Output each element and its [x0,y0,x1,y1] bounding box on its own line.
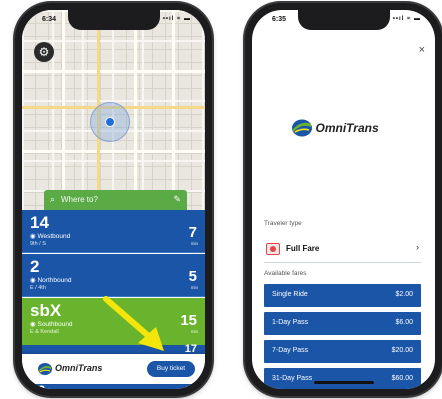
gear-icon[interactable]: ⚙ [34,42,54,62]
fare-price: $6.00 [395,319,413,326]
fare-option-1-day[interactable]: 1-Day Pass $6.00 [264,312,421,335]
traveler-type-value: Full Fare [286,244,320,253]
brand-name: OmniTrans [315,121,379,135]
chevron-right-icon: › [416,242,419,252]
phone-frame-fares: 6:35 ••ıl ≈ ▬ × OmniTrans Traveler type … [245,3,442,396]
map-screen: 6:34 ••ıl ≈ ▬ ⚙ ⌕ Where to? ✎ 14 ◉ Westb… [22,10,205,389]
fare-name: Single Ride [272,291,308,298]
route-minutes: 15 [184,384,197,389]
route-direction: ◉ Northbound [30,277,72,284]
available-fares-label: Available fares [264,270,307,277]
route-number: sbX [30,301,62,320]
route-minutes-unit: min [190,241,198,246]
fare-price: $20.00 [391,347,413,354]
status-icons: ••ıl ≈ ▬ [162,16,191,22]
phone-notch [67,10,160,30]
phone-notch [297,10,390,30]
current-location-dot [105,117,115,127]
close-icon[interactable]: × [419,44,425,56]
route-number: 14 [30,213,49,232]
traveler-type-selector[interactable]: Full Fare › [264,236,421,263]
route-minutes-unit: min [190,329,198,334]
map-road [22,70,205,73]
map-view[interactable] [22,10,205,215]
yellow-pointer-arrow-icon [103,296,164,351]
phone-frame-map: 6:34 ••ıl ≈ ▬ ⚙ ⌕ Where to? ✎ 14 ◉ Westb… [15,3,212,396]
status-icons: ••ıl ≈ ▬ [392,16,421,22]
buy-ticket-button[interactable]: Buy ticket [147,361,195,377]
search-placeholder: Where to? [61,195,98,204]
route-row-2[interactable]: 2 ◉ Northbound E / 4th 5 min [22,254,205,297]
home-indicator[interactable] [83,381,144,384]
fares-screen: 6:35 ••ıl ≈ ▬ × OmniTrans Traveler type … [252,10,435,389]
omnitrans-logo: OmniTrans [252,118,435,143]
fare-option-31-day[interactable]: 31-Day Pass $60.00 [264,368,421,389]
map-road [62,10,65,215]
omnitrans-logo: OmniTrans [38,362,108,381]
route-minutes: 7 [188,224,197,241]
route-direction: ◉ Southbound [30,321,73,328]
route-stop: E & Kendall [30,329,59,335]
fare-option-7-day[interactable]: 7-Day Pass $20.00 [264,340,421,363]
brand-name: OmniTrans [55,363,103,373]
route-direction: ◉ Westbound [30,233,71,240]
route-row-14[interactable]: 14 ◉ Westbound 9th / S 7 min [22,210,205,253]
status-time: 6:35 [272,16,287,23]
route-number: 2 [30,257,40,276]
fare-name: 31-Day Pass [272,375,313,382]
search-bar[interactable]: ⌕ Where to? ✎ [44,190,187,210]
route-minutes-unit: min [190,285,198,290]
fare-type-icon [266,243,280,255]
route-minutes: 15 [180,312,197,329]
route-row-10[interactable]: 10 15 [22,382,205,389]
traveler-type-label: Traveler type [264,220,302,227]
fare-name: 7-Day Pass [272,347,309,354]
map-road [22,150,205,153]
route-stop: 9th / S [30,241,46,247]
search-icon: ⌕ [50,194,56,204]
route-stop: E / 4th [30,285,46,291]
status-time: 6:34 [42,16,57,23]
fare-price: $60.00 [391,375,413,382]
route-minutes: 5 [188,268,197,285]
home-indicator[interactable] [313,381,374,384]
fare-name: 1-Day Pass [272,319,309,326]
favorites-icon[interactable]: ✎ [173,194,181,205]
map-road [172,10,175,215]
fare-price: $2.00 [395,291,413,298]
fare-option-single-ride[interactable]: Single Ride $2.00 [264,284,421,307]
map-road [134,10,137,215]
